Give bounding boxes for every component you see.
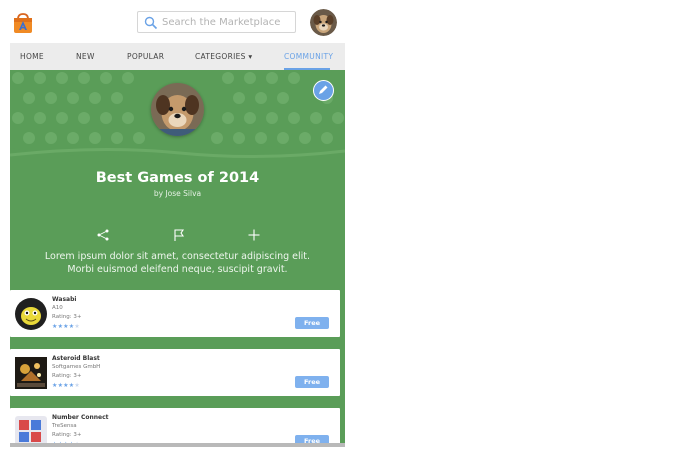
- collection-title: Best Games of 2014: [95, 170, 260, 186]
- app-developer: A10: [52, 305, 63, 311]
- app-name: Number Connect: [52, 414, 109, 421]
- edit-collection-button[interactable]: [313, 80, 334, 101]
- app-rating: Rating: 3+: [52, 432, 82, 438]
- collection-description: Lorem ipsum dolor sit amet, consectetur …: [44, 251, 311, 275]
- header: [10, 0, 345, 43]
- collection-byline: by Jose Silva: [153, 189, 202, 198]
- pencil-icon: [319, 85, 328, 94]
- list-item[interactable]: Wasabi A10 Rating: 3+ ★★★★★ Free: [10, 290, 340, 337]
- wave-divider: [10, 147, 345, 159]
- list-item[interactable]: Asteroid Blast Softgames GmbH Rating: 3+…: [10, 349, 340, 396]
- nav-home[interactable]: HOME: [20, 43, 44, 70]
- list-item[interactable]: Number Connect TreSensa Rating: 3+ ★★★★★…: [10, 408, 340, 447]
- nav-community[interactable]: COMMUNITY: [284, 43, 333, 70]
- user-avatar[interactable]: [310, 9, 337, 36]
- scroll-edge: [10, 443, 345, 447]
- main-nav: HOME NEW POPULAR CATEGORIES ▾ COMMUNITY: [10, 43, 345, 70]
- asteroid-blast-icon: [15, 357, 47, 389]
- app-name: Wasabi: [52, 296, 77, 303]
- marketplace-app: HOME NEW POPULAR CATEGORIES ▾ COMMUNITY: [10, 0, 345, 447]
- app-developer: Softgames GmbH: [52, 364, 101, 370]
- collection-hero: Best Games of 2014 by Jose Silva Lorem i…: [10, 70, 345, 290]
- star-rating: ★★★★★: [52, 323, 80, 330]
- curator-avatar[interactable]: [151, 83, 204, 136]
- star-rating: ★★★★★: [52, 382, 80, 389]
- search-box[interactable]: [137, 11, 296, 33]
- app-rating: Rating: 3+: [52, 373, 82, 379]
- wasabi-game-icon: [15, 298, 47, 330]
- app-list: Wasabi A10 Rating: 3+ ★★★★★ Free Asteroi…: [10, 290, 345, 447]
- marketplace-bag-icon[interactable]: [12, 12, 34, 34]
- search-input[interactable]: [162, 13, 290, 31]
- free-button[interactable]: Free: [295, 376, 329, 388]
- nav-popular[interactable]: POPULAR: [127, 43, 164, 70]
- add-icon[interactable]: [247, 227, 261, 241]
- app-name: Asteroid Blast: [52, 355, 100, 362]
- free-button[interactable]: Free: [295, 317, 329, 329]
- app-developer: TreSensa: [52, 423, 77, 429]
- share-icon[interactable]: [96, 227, 110, 241]
- nav-categories[interactable]: CATEGORIES ▾: [195, 43, 253, 70]
- search-icon: [144, 15, 158, 30]
- nav-new[interactable]: NEW: [76, 43, 95, 70]
- app-rating: Rating: 3+: [52, 314, 82, 320]
- flag-icon[interactable]: [172, 227, 186, 241]
